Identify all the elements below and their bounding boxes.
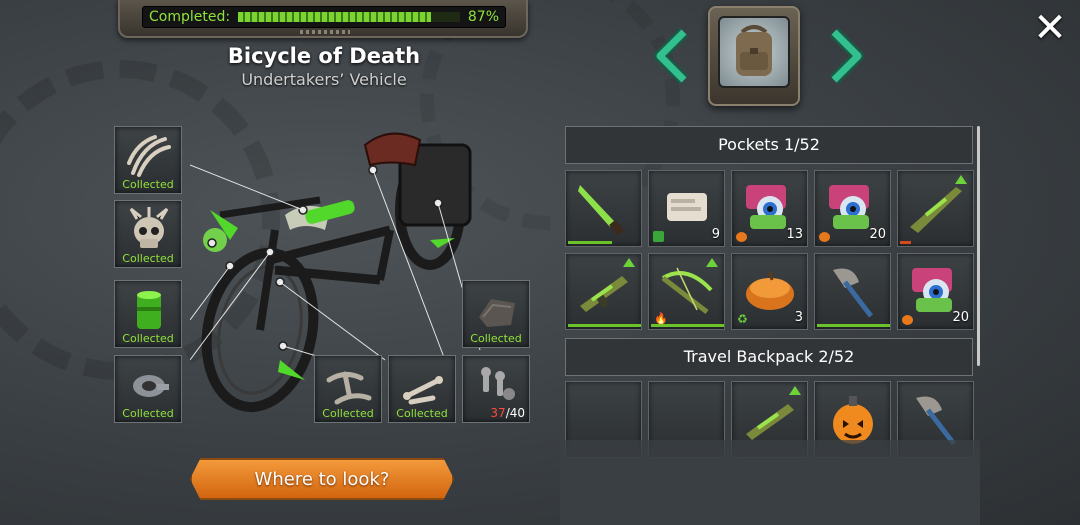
- completion-progress: Completed: 87%: [142, 6, 506, 28]
- pocket-slot[interactable]: 🔥: [648, 253, 725, 330]
- toxic-canister-icon: [137, 291, 161, 329]
- upgrade-arrow-icon: [623, 258, 635, 267]
- inventory-scrollbar[interactable]: [977, 126, 980, 366]
- container-selector: [708, 6, 800, 106]
- previous-container-button[interactable]: [652, 27, 692, 85]
- upgrade-arrow-icon: [955, 175, 967, 184]
- list-fade: [560, 440, 980, 525]
- progress-value: 87%: [467, 9, 499, 25]
- component-status: Collected: [396, 407, 448, 420]
- frame-rivets: [300, 30, 350, 34]
- axe-icon: [916, 396, 956, 446]
- machete-icon: [578, 185, 625, 236]
- next-container-button[interactable]: [826, 27, 866, 85]
- pocket-slot[interactable]: [565, 253, 642, 330]
- pocket-slot[interactable]: [565, 170, 642, 247]
- durability-bar: [651, 324, 724, 327]
- pocket-slot[interactable]: [897, 170, 974, 247]
- durability-bar: [817, 324, 890, 327]
- bones-icon: [403, 376, 443, 405]
- chevron-left-icon: [654, 27, 689, 85]
- toxic-rifle-icon: [910, 187, 962, 233]
- container-screen: [718, 16, 790, 88]
- pocket-slot[interactable]: 9: [648, 170, 725, 247]
- count-need: /40: [505, 406, 525, 420]
- component-status: Collected: [122, 407, 174, 420]
- duct-tape-icon: [133, 375, 169, 397]
- component-claws[interactable]: Collected: [114, 126, 182, 194]
- progress-label: Completed:: [149, 9, 231, 25]
- pumpkin-badge-icon: [902, 315, 913, 325]
- skull-icon: [129, 207, 169, 248]
- toxic-smg-icon: [580, 276, 628, 312]
- progress-fill: [238, 12, 432, 22]
- pumpkin-badge-icon: [736, 232, 747, 242]
- recycle-badge-icon: ♻: [737, 312, 748, 326]
- toxic-rifle-icon: [746, 404, 794, 440]
- medical-badge-icon: [653, 231, 664, 242]
- item-quantity: 20: [952, 310, 969, 325]
- claws-icon: [127, 135, 171, 177]
- pickaxe-heads-icon: [326, 371, 372, 405]
- upgrade-arrow-icon: [789, 386, 801, 395]
- component-skull[interactable]: Collected: [114, 200, 182, 268]
- durability-bar: [900, 241, 911, 244]
- progress-track: [238, 12, 460, 22]
- pocket-slot[interactable]: 20: [814, 170, 891, 247]
- component-status: Collected: [122, 252, 174, 265]
- axe-icon: [833, 268, 873, 318]
- item-quantity: 3: [794, 310, 803, 325]
- chevron-right-icon: [829, 27, 864, 85]
- item-quantity: 13: [786, 227, 803, 242]
- component-status: Collected: [470, 332, 522, 345]
- leather-scrap-icon: [479, 299, 515, 327]
- item-quantity: 9: [711, 227, 720, 242]
- completion-progress-frame: Completed: 87%: [118, 0, 528, 38]
- component-bones[interactable]: Collected: [388, 355, 456, 423]
- pocket-slot[interactable]: [814, 253, 891, 330]
- component-duct-tape[interactable]: Collected: [114, 355, 182, 423]
- where-to-look-button[interactable]: Where to look?: [190, 458, 454, 500]
- component-count: 37/40: [490, 406, 525, 420]
- component-toxic-canister[interactable]: Collected: [114, 280, 182, 348]
- pumpkin-grenade-icon: [833, 396, 873, 444]
- component-status: Collected: [122, 178, 174, 191]
- component-status: Collected: [322, 407, 374, 420]
- pocket-slot[interactable]: 13: [731, 170, 808, 247]
- durability-bar: [568, 324, 641, 327]
- close-button[interactable]: ✕: [1028, 6, 1072, 50]
- count-have: 37: [490, 406, 506, 420]
- component-bolts[interactable]: 37/40: [462, 355, 530, 423]
- close-icon: ✕: [1033, 5, 1067, 51]
- component-pickaxe-heads[interactable]: Collected: [314, 355, 382, 423]
- backpack-icon: [736, 25, 772, 76]
- item-quantity: 20: [869, 227, 886, 242]
- item-subtitle: Undertakers’ Vehicle: [241, 70, 407, 89]
- upgrade-arrow-icon: [706, 258, 718, 267]
- item-title: Bicycle of Death: [227, 44, 421, 68]
- pocket-slot[interactable]: ♻ 3: [731, 253, 808, 330]
- durability-bar: [568, 241, 612, 244]
- travel-backpack-header: Travel Backpack 2/52: [565, 338, 973, 376]
- component-leather-scrap[interactable]: Collected: [462, 280, 530, 348]
- bolts-icon: [481, 367, 515, 400]
- pocket-slot[interactable]: 20: [897, 253, 974, 330]
- pockets-header: Pockets 1/52: [565, 126, 973, 164]
- bandage-icon: [667, 193, 707, 221]
- pumpkin-pie-icon: [746, 271, 794, 310]
- pumpkin-badge-icon: [819, 232, 830, 242]
- toxic-crossbow-icon: [661, 267, 713, 314]
- component-status: Collected: [122, 332, 174, 345]
